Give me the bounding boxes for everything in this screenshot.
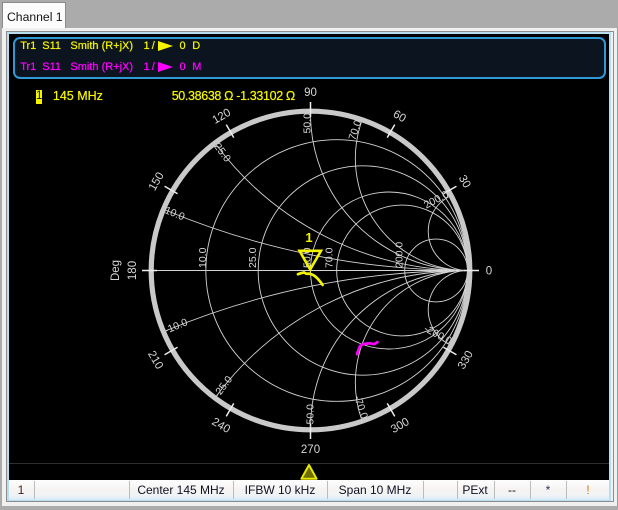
svg-text:30: 30 [456, 173, 473, 190]
svg-text:70.0: 70.0 [324, 247, 336, 268]
svg-text:Deg: Deg [110, 260, 122, 281]
svg-text:-50.0: -50.0 [305, 404, 317, 428]
svg-text:10.0: 10.0 [163, 204, 187, 223]
svg-text:300: 300 [389, 416, 412, 436]
svg-text:1: 1 [305, 230, 312, 245]
svg-text:90: 90 [304, 87, 317, 99]
svg-text:210: 210 [145, 349, 165, 372]
svg-text:60: 60 [391, 108, 408, 125]
svg-text:240: 240 [209, 416, 232, 436]
svg-text:10.0: 10.0 [197, 247, 209, 268]
svg-text:-10.0: -10.0 [163, 316, 190, 336]
svg-text:50.0: 50.0 [302, 113, 314, 134]
svg-text:200.0: 200.0 [394, 242, 406, 268]
svg-text:150: 150 [147, 170, 167, 193]
svg-text:120: 120 [210, 107, 233, 127]
svg-text:70.0: 70.0 [346, 118, 364, 141]
svg-text:25.0: 25.0 [211, 141, 233, 165]
svg-text:25.0: 25.0 [247, 247, 259, 268]
svg-text:330: 330 [456, 349, 476, 372]
svg-text:180: 180 [127, 261, 139, 280]
svg-text:270: 270 [301, 444, 320, 456]
svg-text:0: 0 [486, 266, 492, 278]
